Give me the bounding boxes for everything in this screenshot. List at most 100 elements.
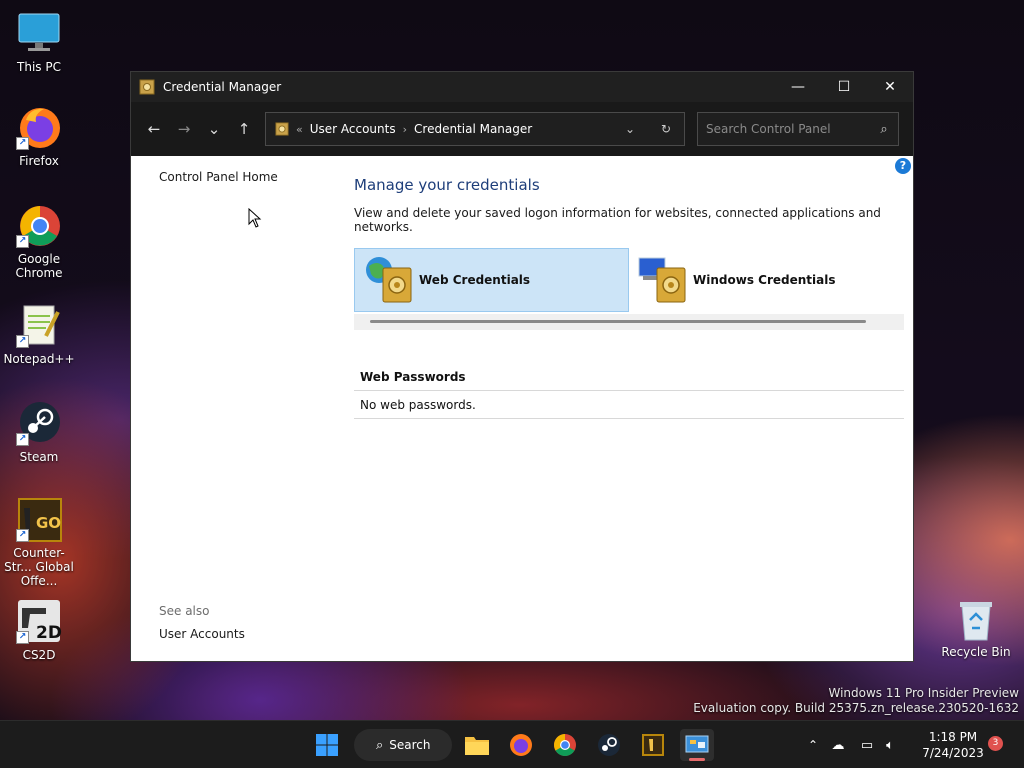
- breadcrumb-overflow[interactable]: «: [296, 123, 303, 136]
- taskbar-counter-strike[interactable]: [636, 729, 670, 761]
- address-dropdown-button[interactable]: ⌄: [612, 113, 648, 145]
- taskbar-steam[interactable]: [592, 729, 626, 761]
- recycle-bin-icon: [960, 602, 992, 641]
- svg-text:GO: GO: [36, 514, 61, 532]
- clock-time: 1:18 PM: [928, 730, 978, 744]
- content-area: Control Panel Home See also User Account…: [131, 156, 913, 661]
- desktop-icon-label: Steam: [19, 450, 59, 464]
- os-watermark: Windows 11 Pro Insider Preview Evaluatio…: [693, 686, 1019, 716]
- web-credentials-tile[interactable]: Web Credentials: [354, 248, 630, 312]
- desktop-icon-recycle-bin[interactable]: Recycle Bin: [940, 598, 1012, 659]
- start-button[interactable]: [310, 729, 344, 761]
- credential-manager-window: Credential Manager — ☐ ✕ ← → ⌄ ↑ « User …: [130, 71, 914, 662]
- search-icon[interactable]: ⌕: [870, 122, 898, 137]
- web-passwords-empty-message: No web passwords.: [354, 391, 904, 419]
- horizontal-scrollbar[interactable]: [354, 314, 904, 330]
- minimize-button[interactable]: —: [775, 72, 821, 102]
- credential-manager-small-icon: [275, 122, 289, 136]
- desktop-icon-counter-strike[interactable]: GO ↗ Counter-Str... Global Offe...: [1, 496, 77, 588]
- chevron-down-icon: ⌄: [624, 122, 636, 136]
- shortcut-arrow-icon: ↗: [16, 335, 29, 348]
- taskbar-firefox[interactable]: [504, 729, 538, 761]
- notification-badge[interactable]: 3: [988, 736, 1003, 751]
- windows-credentials-label: Windows Credentials: [693, 273, 836, 287]
- windows-credentials-tile[interactable]: Windows Credentials: [629, 248, 904, 312]
- web-credentials-icon: [363, 254, 415, 306]
- arrow-up-icon: ↑: [237, 120, 251, 138]
- desktop-icon-label: Notepad++: [3, 352, 75, 366]
- left-pane: Control Panel Home See also User Account…: [159, 170, 339, 660]
- recent-locations-button[interactable]: ⌄: [199, 114, 229, 144]
- search-box[interactable]: ⌕: [697, 112, 899, 146]
- breadcrumb-user-accounts[interactable]: User Accounts: [310, 122, 396, 136]
- back-button[interactable]: ←: [139, 114, 169, 144]
- mouse-cursor-icon: [248, 208, 262, 228]
- arrow-right-icon: →: [177, 120, 191, 138]
- desktop-icon-label: Firefox: [19, 154, 59, 168]
- desktop-icon-label: Google Chrome: [15, 252, 63, 280]
- firefox-icon: ↗: [16, 104, 62, 150]
- user-accounts-link[interactable]: User Accounts: [159, 627, 245, 641]
- folder-icon: [465, 737, 489, 755]
- search-icon: ⌕: [376, 737, 384, 753]
- title-bar[interactable]: Credential Manager — ☐ ✕: [131, 72, 913, 102]
- control-panel-home-link[interactable]: Control Panel Home: [159, 170, 339, 184]
- maximize-button[interactable]: ☐: [821, 72, 867, 102]
- counter-strike-icon: [642, 734, 664, 756]
- refresh-icon: ↻: [660, 122, 672, 136]
- display-icon[interactable]: ▭: [854, 738, 880, 753]
- taskbar-clock[interactable]: 1:18 PM 7/24/2023: [918, 729, 988, 761]
- window-title: Credential Manager: [163, 80, 282, 94]
- forward-button[interactable]: →: [169, 114, 199, 144]
- desktop-icon-firefox[interactable]: ↗ Firefox: [1, 104, 77, 168]
- up-button[interactable]: ↑: [229, 114, 259, 144]
- see-also-label: See also: [159, 604, 210, 618]
- shortcut-arrow-icon: ↗: [16, 137, 29, 150]
- svg-text:2D: 2D: [36, 623, 62, 643]
- steam-icon: [598, 734, 620, 756]
- taskbar-search-button[interactable]: ⌕ Search: [354, 729, 452, 761]
- desktop-icon-label: Counter-Str... Global Offe...: [4, 546, 74, 588]
- desktop-icon-steam[interactable]: ↗ Steam: [1, 400, 77, 464]
- windows-credentials-icon: [637, 254, 689, 306]
- credential-type-tiles: Web Credentials Windows Credentials: [354, 248, 904, 312]
- firefox-icon: [510, 734, 532, 756]
- desktop-icon-this-pc[interactable]: This PC: [1, 10, 77, 74]
- volume-icon[interactable]: 🔈︎: [880, 738, 900, 753]
- breadcrumb-separator[interactable]: ›: [403, 123, 407, 136]
- clock-date: 7/24/2023: [922, 746, 984, 760]
- breadcrumb-credential-manager[interactable]: Credential Manager: [414, 122, 532, 136]
- counter-strike-icon: GO ↗: [16, 496, 62, 542]
- taskbar-control-panel-active[interactable]: [680, 729, 714, 761]
- desktop-icon-notepad-plus-plus[interactable]: ↗ Notepad++: [1, 302, 77, 366]
- desktop-icon-label: This PC: [17, 60, 61, 74]
- control-panel-icon: [685, 735, 709, 753]
- shortcut-arrow-icon: ↗: [16, 433, 29, 446]
- refresh-button[interactable]: ↻: [648, 113, 684, 145]
- credential-manager-app-icon: [139, 79, 155, 95]
- network-offline-icon[interactable]: ☁: [822, 738, 854, 753]
- taskbar-search-label: Search: [389, 738, 431, 752]
- address-bar[interactable]: « User Accounts › Credential Manager ⌄ ↻: [265, 112, 685, 146]
- active-app-indicator: [689, 758, 705, 761]
- search-input[interactable]: [706, 122, 870, 136]
- desktop-icon-google-chrome[interactable]: ↗ Google Chrome: [1, 202, 77, 280]
- taskbar: ⌕ Search ⌃ ☁ ▭ 🔈︎ 1:18 PM 7/24/2023: [0, 720, 1024, 768]
- chrome-icon: ↗: [16, 202, 62, 248]
- steam-icon: ↗: [16, 400, 62, 446]
- recycle-bin-label: Recycle Bin: [941, 645, 1011, 659]
- watermark-line2: Evaluation copy. Build 25375.zn_release.…: [693, 701, 1019, 715]
- taskbar-file-explorer[interactable]: [460, 729, 494, 761]
- scrollbar-thumb[interactable]: [370, 320, 866, 323]
- show-hidden-icons-icon[interactable]: ⌃: [804, 738, 822, 752]
- shortcut-arrow-icon: ↗: [16, 529, 29, 542]
- taskbar-chrome[interactable]: [548, 729, 582, 761]
- monitor-icon: [16, 10, 62, 56]
- desktop-icon-cs2d[interactable]: 2D ↗ CS2D: [1, 598, 77, 662]
- system-tray: ⌃ ☁ ▭ 🔈︎: [804, 721, 900, 768]
- cs2d-icon: 2D ↗: [16, 598, 62, 644]
- web-credentials-label: Web Credentials: [419, 273, 531, 287]
- arrow-left-icon: ←: [147, 120, 161, 138]
- close-button[interactable]: ✕: [867, 72, 913, 102]
- help-icon[interactable]: ?: [895, 158, 911, 174]
